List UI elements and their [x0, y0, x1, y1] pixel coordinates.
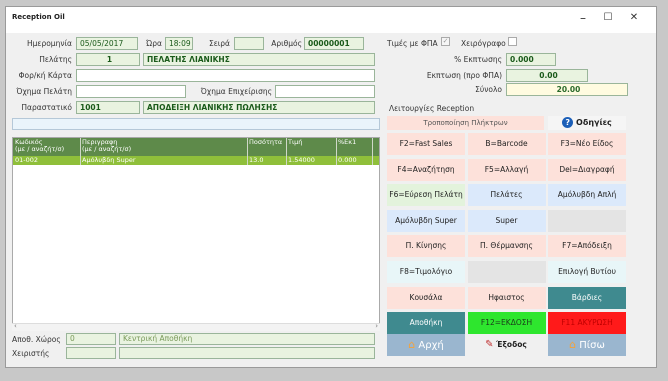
- row-discount: 0.000: [338, 156, 357, 164]
- customer-name-field[interactable]: ΠΕΛΑΤΗΣ ΛΙΑΝΙΚΗΣ: [143, 53, 375, 66]
- col-discount[interactable]: %Εκ1: [338, 139, 356, 146]
- exit-button[interactable]: ✎ Έξοδος: [467, 334, 545, 356]
- customer-vehicle-label: Όχημα Πελάτη: [16, 87, 72, 96]
- discount-pct-label: % Εκπτωσης: [454, 55, 502, 64]
- reception-button-11[interactable]: [548, 209, 626, 232]
- reception-button-6[interactable]: F6=Εύρεση Πελάτη: [387, 184, 465, 207]
- help-icon: ?: [562, 117, 574, 128]
- close-button[interactable]: ✕: [623, 12, 645, 23]
- col-description[interactable]: Περιγραφη (με / αναζήτ/σ): [82, 139, 131, 153]
- window-title: Reception Oil: [12, 13, 65, 21]
- time-label: Ώρα: [146, 39, 162, 48]
- operator-label: Χειριστής: [12, 349, 50, 358]
- series-label: Σειρά: [208, 39, 230, 48]
- grid-header: Κωδικός (με / αναζήτ/σ) Περιγραφη (με / αν…: [13, 138, 379, 156]
- reception-button-13[interactable]: Π. Θέρμανσης: [467, 235, 546, 258]
- operator-name-field[interactable]: [119, 347, 375, 359]
- reception-button-15[interactable]: F8=Τιμολόγιο: [387, 261, 465, 283]
- guides-button[interactable]: ? Οδηγίες: [548, 116, 626, 130]
- vat-card-label: Φορ/κή Κάρτα: [18, 71, 72, 80]
- reception-button-2[interactable]: F3=Νέο Είδος: [548, 133, 626, 155]
- home-button[interactable]: ⌂ Αρχή: [387, 334, 465, 356]
- reception-button-14[interactable]: F7=Απόδειξη: [548, 235, 626, 258]
- back-icon: ⌂: [569, 338, 577, 351]
- date-field[interactable]: 05/05/2017: [76, 37, 138, 50]
- store-label: Αποθ. Χώρος: [12, 335, 61, 344]
- handwritten-label: Χειρόγραφο: [461, 39, 506, 48]
- row-price: 1.54000: [288, 156, 315, 164]
- items-grid[interactable]: Κωδικός (με / αναζήτ/σ) Περιγραφη (με / αν…: [12, 137, 380, 329]
- reception-button-18[interactable]: Κουσάλα: [387, 286, 465, 309]
- date-label: Ημερομηνία: [26, 39, 72, 48]
- title-bar: Reception Oil – ☐ ✕: [6, 7, 656, 33]
- customer-code-field[interactable]: 1: [76, 53, 140, 66]
- customer-label: Πελάτης: [39, 55, 72, 64]
- total-field: 20.00: [506, 83, 628, 96]
- store-name-field[interactable]: Κεντρική Αποθήκη: [119, 333, 375, 345]
- col-price[interactable]: Τιμή: [288, 139, 302, 146]
- time-field[interactable]: 18:09: [165, 37, 193, 50]
- back-button[interactable]: ⌂ Πίσω: [548, 334, 626, 356]
- discount-field[interactable]: 0.00: [506, 69, 588, 82]
- reception-button-23[interactable]: F11 ΑΚΥΡΩΣΗ: [548, 312, 626, 335]
- document-code-field[interactable]: 1001: [76, 101, 140, 114]
- row-code: 01-002: [15, 156, 39, 164]
- table-row[interactable]: 01-002 Αμόλυβδη Super 13.0 1.54000 0.000: [13, 156, 379, 165]
- number-label: Αριθμός: [271, 39, 302, 48]
- series-field[interactable]: [234, 37, 264, 50]
- vat-prices-checkbox[interactable]: ✓: [441, 37, 450, 46]
- reception-button-10[interactable]: Super: [467, 209, 546, 232]
- reception-button-1[interactable]: B=Barcode: [467, 133, 546, 155]
- horizontal-scrollbar[interactable]: ‹ ›: [12, 322, 380, 331]
- reception-button-0[interactable]: F2=Fast Sales: [387, 133, 465, 155]
- modify-keys-button[interactable]: Τροποποίηση Πλήκτρων: [387, 116, 544, 130]
- reception-button-8[interactable]: Αμόλυβδη Απλή: [548, 184, 626, 207]
- company-vehicle-label: Όχημα Επιχείρισης: [200, 87, 272, 96]
- minimize-button[interactable]: –: [572, 11, 594, 25]
- reception-button-7[interactable]: Πελάτες: [467, 184, 546, 207]
- scroll-right-icon[interactable]: ›: [375, 322, 378, 330]
- reception-button-3[interactable]: F4=Αναζήτηση: [387, 158, 465, 181]
- home-icon: ⌂: [408, 338, 416, 351]
- exit-icon: ✎: [485, 339, 494, 350]
- document-label: Παραστατικό: [21, 103, 72, 112]
- discount-pct-field[interactable]: 0.000: [506, 53, 556, 66]
- scroll-left-icon[interactable]: ‹: [14, 322, 17, 330]
- reception-button-19[interactable]: Ηφαιστος: [467, 286, 546, 309]
- reception-button-12[interactable]: Π. Κίνησης: [387, 235, 465, 258]
- total-label: Σύνολο: [475, 85, 502, 94]
- reception-button-22[interactable]: F12=ΕΚΔΟΣΗ: [467, 312, 546, 335]
- reception-button-16[interactable]: [467, 261, 546, 283]
- reception-button-17[interactable]: Επιλογή Βυτίου: [548, 261, 626, 283]
- reception-button-4[interactable]: F5=Αλλαγή: [467, 158, 546, 181]
- row-quantity: 13.0: [249, 156, 264, 164]
- discount-label: Εκπτωση (προ ΦΠΑ): [426, 71, 502, 80]
- col-code[interactable]: Κωδικός (με / αναζήτ/σ): [15, 139, 64, 153]
- reception-button-5[interactable]: Del=Διαγραφή: [548, 158, 626, 181]
- company-vehicle-field[interactable]: [275, 85, 375, 98]
- notes-field[interactable]: [12, 118, 380, 130]
- store-code-field[interactable]: 0: [66, 333, 116, 345]
- handwritten-checkbox[interactable]: [508, 37, 517, 46]
- customer-vehicle-field[interactable]: [76, 85, 186, 98]
- col-quantity[interactable]: Ποσότητα: [249, 139, 282, 146]
- row-description: Αμόλυβδη Super: [82, 156, 136, 164]
- vat-card-field[interactable]: [76, 69, 375, 82]
- vat-prices-label: Τιμές με ΦΠΑ: [387, 39, 438, 48]
- maximize-button[interactable]: ☐: [597, 12, 619, 23]
- reception-section-label: Λειτουργίες Reception: [389, 104, 475, 113]
- document-name-field[interactable]: ΑΠΟΔΕΙΞΗ ΛΙΑΝΙΚΗΣ ΠΩΛΗΣΗΣ: [143, 101, 375, 114]
- reception-button-9[interactable]: Αμόλυβδη Super: [387, 209, 465, 232]
- operator-code-field[interactable]: [66, 347, 116, 359]
- number-field[interactable]: 00000001: [304, 37, 364, 50]
- reception-button-21[interactable]: Αποθήκη: [387, 312, 465, 335]
- reception-window: Reception Oil – ☐ ✕ Ημερομηνία 05/05/201…: [5, 6, 657, 368]
- reception-button-20[interactable]: Βάρδιες: [548, 286, 626, 309]
